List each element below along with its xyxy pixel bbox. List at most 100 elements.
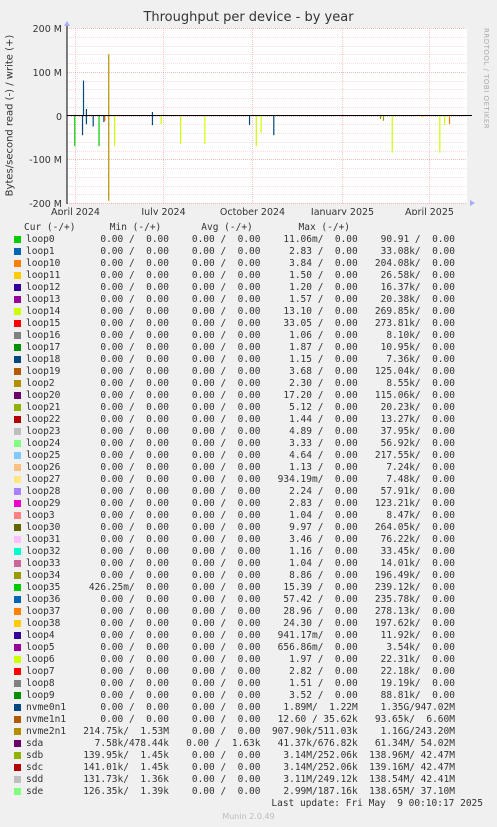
legend-text: nvme1n1 0.00 / 0.00 0.00 / 0.00 12.60 / … bbox=[26, 714, 455, 725]
legend-text: loop3 0.00 / 0.00 0.00 / 0.00 1.04 / 0.0… bbox=[26, 510, 455, 521]
legend-swatch bbox=[14, 356, 21, 363]
legend-swatch bbox=[14, 752, 21, 759]
legend-text: loop4 0.00 / 0.00 0.00 / 0.00 941.17m/ 0… bbox=[26, 630, 455, 641]
legend-text: loop18 0.00 / 0.00 0.00 / 0.00 1.15 / 0.… bbox=[26, 354, 455, 365]
munin-version: Munin 2.0.49 bbox=[222, 812, 275, 821]
legend-text: loop17 0.00 / 0.00 0.00 / 0.00 1.87 / 0.… bbox=[26, 342, 455, 353]
legend-swatch bbox=[14, 404, 21, 411]
x-tick-label: April 2024 bbox=[51, 207, 100, 215]
legend-text: loop35 426.25m/ 0.00 0.00 / 0.00 15.39 /… bbox=[26, 582, 455, 593]
legend-swatch bbox=[14, 248, 21, 255]
legend-text: loop13 0.00 / 0.00 0.00 / 0.00 1.57 / 0.… bbox=[26, 294, 455, 305]
legend-text: nvme0n1 0.00 / 0.00 0.00 / 0.00 1.89M/ 1… bbox=[26, 702, 455, 713]
legend-swatch bbox=[14, 488, 21, 495]
legend-text: loop7 0.00 / 0.00 0.00 / 0.00 2.82 / 0.0… bbox=[26, 666, 455, 677]
legend-text: loop8 0.00 / 0.00 0.00 / 0.00 1.51 / 0.0… bbox=[26, 678, 455, 689]
legend-text: loop21 0.00 / 0.00 0.00 / 0.00 5.12 / 0.… bbox=[26, 402, 455, 413]
legend-text: loop0 0.00 / 0.00 0.00 / 0.00 11.06m/ 0.… bbox=[26, 234, 455, 245]
x-axis-arrow bbox=[470, 200, 475, 206]
legend-header: Cur (-/+) Min (-/+) Avg (-/+) Max (-/+) bbox=[24, 222, 351, 233]
legend-swatch bbox=[14, 332, 21, 339]
legend-swatch bbox=[14, 584, 21, 591]
legend-swatch bbox=[14, 320, 21, 327]
legend-swatch bbox=[14, 596, 21, 603]
legend-text: loop33 0.00 / 0.00 0.00 / 0.00 1.04 / 0.… bbox=[26, 558, 455, 569]
legend-swatch bbox=[14, 560, 21, 567]
x-tick-label: April 2025 bbox=[405, 207, 454, 215]
legend-text: loop19 0.00 / 0.00 0.00 / 0.00 3.68 / 0.… bbox=[26, 366, 455, 377]
legend-text: loop16 0.00 / 0.00 0.00 / 0.00 1.06 / 0.… bbox=[26, 330, 455, 341]
legend-swatch bbox=[14, 308, 21, 315]
legend-swatch bbox=[14, 572, 21, 579]
legend-swatch bbox=[14, 296, 21, 303]
chart-plot: 200 M100 M0-100 M-200 M April 2024 July 2… bbox=[29, 21, 475, 215]
legend-text: loop10 0.00 / 0.00 0.00 / 0.00 3.84 / 0.… bbox=[26, 258, 455, 269]
legend-text: loop23 0.00 / 0.00 0.00 / 0.00 4.89 / 0.… bbox=[26, 426, 455, 437]
legend-swatch bbox=[14, 464, 21, 471]
legend-text: loop6 0.00 / 0.00 0.00 / 0.00 1.97 / 0.0… bbox=[26, 654, 455, 665]
legend-text: loop2 0.00 / 0.00 0.00 / 0.00 2.30 / 0.0… bbox=[26, 378, 455, 389]
legend-swatch bbox=[14, 236, 21, 243]
legend-swatch bbox=[14, 500, 21, 507]
legend-swatch bbox=[14, 620, 21, 627]
legend-swatch bbox=[14, 788, 21, 795]
y-axis-arrow bbox=[64, 21, 70, 26]
legend-swatch bbox=[14, 668, 21, 675]
legend-swatch bbox=[14, 632, 21, 639]
legend-swatch bbox=[14, 428, 21, 435]
legend-text: loop14 0.00 / 0.00 0.00 / 0.00 13.10 / 0… bbox=[26, 306, 455, 317]
legend-text: sda 7.58k/478.44k 0.00 / 1.63k 41.37k/67… bbox=[26, 738, 455, 749]
legend-text: loop38 0.00 / 0.00 0.00 / 0.00 24.30 / 0… bbox=[26, 618, 455, 629]
legend-swatch bbox=[14, 344, 21, 351]
x-tick-label: July 2024 bbox=[140, 207, 185, 215]
legend-swatch bbox=[14, 524, 21, 531]
legend-text: loop9 0.00 / 0.00 0.00 / 0.00 3.52 / 0.0… bbox=[26, 690, 455, 701]
legend-swatch bbox=[14, 272, 21, 279]
legend-text: loop25 0.00 / 0.00 0.00 / 0.00 4.64 / 0.… bbox=[26, 450, 455, 461]
legend-text: loop31 0.00 / 0.00 0.00 / 0.00 3.46 / 0.… bbox=[26, 534, 455, 545]
y-tick-label: -100 M bbox=[29, 155, 62, 166]
legend-text: sdb 139.95k/ 1.45k 0.00 / 0.00 3.14M/252… bbox=[26, 750, 455, 761]
legend-swatch bbox=[14, 716, 21, 723]
legend-text: loop26 0.00 / 0.00 0.00 / 0.00 1.13 / 0.… bbox=[26, 462, 455, 473]
legend-swatch bbox=[14, 680, 21, 687]
legend-swatch bbox=[14, 776, 21, 783]
legend-text: loop34 0.00 / 0.00 0.00 / 0.00 8.86 / 0.… bbox=[26, 570, 455, 581]
legend-swatch bbox=[14, 380, 21, 387]
legend-swatch bbox=[14, 548, 21, 555]
legend-text: loop22 0.00 / 0.00 0.00 / 0.00 1.44 / 0.… bbox=[26, 414, 455, 425]
last-update: Last update: Fri May 9 00:10:17 2025 bbox=[271, 798, 483, 809]
y-tick-labels: 200 M100 M0-100 M-200 M bbox=[29, 24, 62, 210]
legend-swatch bbox=[14, 656, 21, 663]
legend-text: loop5 0.00 / 0.00 0.00 / 0.00 656.86m/ 0… bbox=[26, 642, 455, 653]
y-tick-label: 200 M bbox=[33, 24, 62, 35]
y-tick-label: 0 bbox=[56, 112, 62, 123]
legend-swatch bbox=[14, 536, 21, 543]
legend-swatch bbox=[14, 416, 21, 423]
legend-swatch bbox=[14, 704, 21, 711]
legend-text: loop11 0.00 / 0.00 0.00 / 0.00 1.50 / 0.… bbox=[26, 270, 455, 281]
legend-swatch bbox=[14, 740, 21, 747]
legend-swatch bbox=[14, 692, 21, 699]
legend-text: loop37 0.00 / 0.00 0.00 / 0.00 28.96 / 0… bbox=[26, 606, 455, 617]
legend-text: sdc 141.01k/ 1.45k 0.00 / 0.00 3.14M/252… bbox=[26, 762, 455, 773]
legend-text: loop29 0.00 / 0.00 0.00 / 0.00 2.83 / 0.… bbox=[26, 498, 455, 509]
x-tick-label: October 2024 bbox=[220, 207, 285, 215]
legend-swatch bbox=[14, 512, 21, 519]
x-tick-label: January 2025 bbox=[310, 207, 374, 215]
legend-swatch bbox=[14, 284, 21, 291]
legend-text: sdd 131.73k/ 1.36k 0.00 / 0.00 3.11M/249… bbox=[26, 774, 455, 785]
legend-text: loop15 0.00 / 0.00 0.00 / 0.00 33.05 / 0… bbox=[26, 318, 455, 329]
legend-text: nvme2n1 214.75k/ 1.53M 0.00 / 0.00 907.9… bbox=[26, 726, 455, 737]
legend-text: loop28 0.00 / 0.00 0.00 / 0.00 2.24 / 0.… bbox=[26, 486, 455, 497]
legend-swatch bbox=[14, 392, 21, 399]
legend-text: loop1 0.00 / 0.00 0.00 / 0.00 2.83 / 0.0… bbox=[26, 246, 455, 257]
legend-swatch bbox=[14, 452, 21, 459]
legend-text: loop30 0.00 / 0.00 0.00 / 0.00 9.97 / 0.… bbox=[26, 522, 455, 533]
legend-swatch bbox=[14, 728, 21, 735]
legend-swatch bbox=[14, 644, 21, 651]
legend-text: loop32 0.00 / 0.00 0.00 / 0.00 1.16 / 0.… bbox=[26, 546, 455, 557]
legend-text: sde 126.35k/ 1.39k 0.00 / 0.00 2.99M/187… bbox=[26, 786, 455, 797]
legend-text: loop20 0.00 / 0.00 0.00 / 0.00 17.20 / 0… bbox=[26, 390, 455, 401]
legend-text: loop24 0.00 / 0.00 0.00 / 0.00 3.33 / 0.… bbox=[26, 438, 455, 449]
